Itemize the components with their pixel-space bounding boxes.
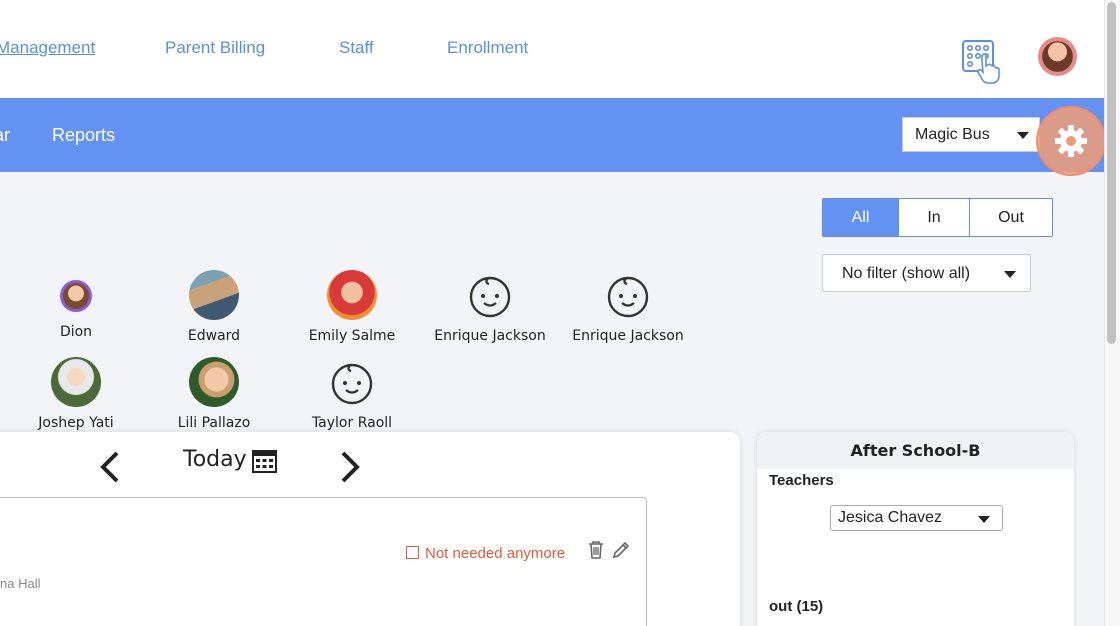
teachers-label: Teachers — [769, 472, 834, 489]
nav-link-management[interactable]: Management — [0, 38, 95, 58]
baby-face-icon — [603, 270, 653, 320]
classroom-title: After School-B — [757, 432, 1074, 469]
baby-face-icon — [465, 270, 515, 320]
nav-link-parent-billing[interactable]: Parent Billing — [165, 38, 265, 58]
nav-link-staff[interactable]: Staff — [339, 38, 374, 58]
child-card[interactable]: Enrique Jackson — [558, 270, 698, 344]
child-name: Lili Pallazo — [177, 415, 251, 431]
child-name: Enrique Jackson — [572, 328, 684, 344]
filter-in-button[interactable]: In — [898, 198, 970, 237]
filter-out-button[interactable]: Out — [969, 198, 1053, 237]
not-needed-checkbox[interactable]: Not needed anymore — [406, 545, 565, 562]
child-avatar — [327, 270, 377, 320]
school-select[interactable]: Magic Bus — [902, 117, 1040, 152]
chevron-left-icon[interactable] — [98, 450, 122, 489]
entry-location: na Hall — [0, 576, 41, 591]
baby-face-icon — [327, 357, 377, 407]
user-avatar[interactable] — [1038, 37, 1077, 76]
child-name: Dion — [59, 324, 93, 340]
out-count-label: out (15) — [769, 598, 824, 615]
sub-navigation: ar Reports Magic Bus — [0, 98, 1106, 176]
child-card[interactable]: Dion — [6, 280, 146, 340]
scrollbar-thumb[interactable] — [1107, 2, 1116, 344]
pencil-icon[interactable] — [611, 540, 631, 565]
child-avatar — [60, 280, 92, 312]
subnav-item-calendar[interactable]: ar — [0, 125, 10, 146]
caret-down-icon — [1017, 132, 1029, 139]
child-avatar — [189, 357, 239, 407]
child-avatar — [189, 270, 239, 320]
child-card[interactable]: Taylor Raoll — [282, 357, 422, 431]
top-navigation: Management Parent Billing Staff Enrollme… — [0, 0, 1104, 98]
child-name: Edward — [187, 328, 241, 344]
filter-all-button[interactable]: All — [822, 198, 899, 237]
child-name: Emily Salme — [308, 328, 396, 344]
child-card[interactable]: Emily Salme — [282, 270, 422, 344]
checkbox-icon — [406, 546, 419, 559]
chevron-right-icon[interactable] — [338, 450, 362, 489]
child-card[interactable]: Joshep Yati — [6, 357, 146, 431]
keypad-hand-icon[interactable] — [960, 38, 1004, 84]
child-name: Enrique Jackson — [434, 328, 546, 344]
child-card[interactable]: Enrique Jackson — [420, 270, 560, 344]
teacher-select-value: Jesica Chavez — [838, 509, 943, 526]
child-name: Taylor Raoll — [311, 415, 393, 431]
child-filter-value: No filter (show all) — [842, 265, 971, 282]
school-select-value: Magic Bus — [915, 126, 990, 143]
caret-down-icon — [978, 516, 990, 523]
settings-button[interactable] — [1036, 106, 1106, 176]
date-label: Today — [183, 447, 247, 472]
trash-icon[interactable] — [587, 540, 605, 565]
caret-down-icon — [1004, 271, 1016, 278]
calendar-icon[interactable] — [252, 449, 277, 478]
child-avatar — [51, 357, 101, 407]
child-card[interactable]: Edward — [144, 270, 284, 344]
child-filter-select[interactable]: No filter (show all) — [822, 254, 1031, 292]
teacher-select[interactable]: Jesica Chavez — [830, 505, 1003, 531]
child-card[interactable]: Lili Pallazo — [144, 357, 284, 431]
child-name: Joshep Yati — [38, 415, 114, 431]
subnav-item-reports[interactable]: Reports — [52, 125, 115, 146]
nav-link-enrollment[interactable]: Enrollment — [447, 38, 528, 58]
not-needed-label: Not needed anymore — [425, 545, 566, 562]
gear-icon — [1055, 125, 1087, 157]
